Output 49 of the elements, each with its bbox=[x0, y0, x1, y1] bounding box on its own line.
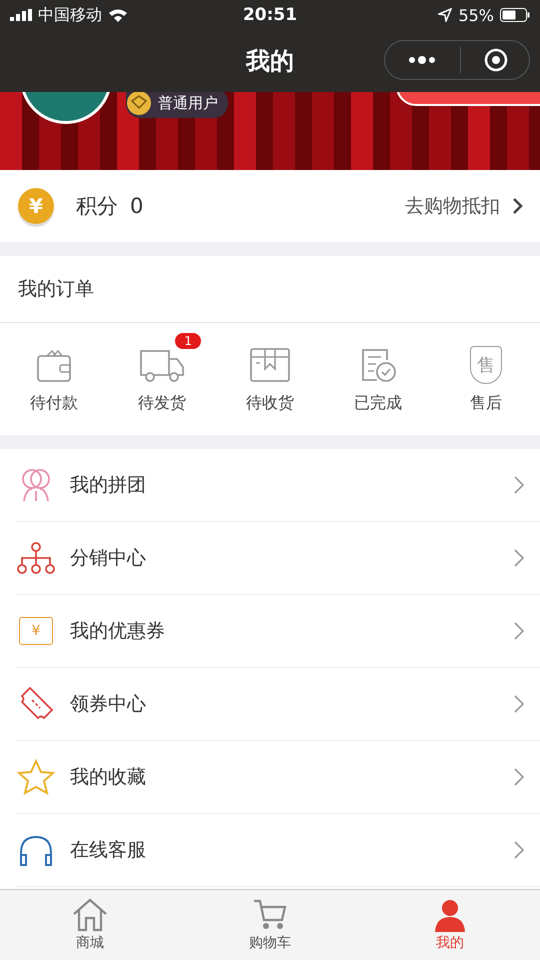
status-time: 20:51 bbox=[242, 5, 298, 25]
signal-icon bbox=[10, 9, 32, 21]
coin-icon: ¥ bbox=[18, 188, 54, 224]
chevron-icon bbox=[514, 841, 524, 859]
redeem-link[interactable]: 去购物抵扣 bbox=[405, 193, 500, 219]
headset-icon bbox=[17, 833, 55, 867]
points-value: 0 bbox=[130, 194, 144, 218]
close-icon[interactable] bbox=[484, 48, 508, 72]
more-icon[interactable] bbox=[406, 55, 436, 65]
home-icon bbox=[72, 898, 108, 932]
cart-icon bbox=[252, 898, 288, 932]
count-badge: 1 bbox=[175, 332, 201, 348]
battery-percent: 55% bbox=[458, 6, 494, 24]
orders-title: 我的订单 bbox=[18, 277, 94, 302]
page-title: 我的 bbox=[246, 46, 294, 77]
order-status-item[interactable]: 已完成 bbox=[324, 323, 432, 435]
order-status-item[interactable]: 1 待发货 bbox=[108, 323, 216, 435]
menu-item[interactable]: 我的收藏 bbox=[16, 741, 540, 814]
location-icon bbox=[438, 8, 452, 22]
chevron-icon bbox=[514, 476, 524, 494]
menu-item[interactable]: 分销中心 bbox=[16, 522, 540, 595]
chevron-icon bbox=[512, 197, 524, 215]
chevron-icon bbox=[514, 622, 524, 640]
capsule-menu[interactable] bbox=[384, 40, 530, 80]
star-icon bbox=[17, 759, 55, 795]
coupon-icon: ¥ bbox=[19, 617, 53, 645]
battery-icon bbox=[500, 8, 530, 22]
user-level: 普通用户 bbox=[158, 94, 218, 112]
shield-icon: 售 bbox=[470, 346, 502, 384]
chevron-icon bbox=[514, 695, 524, 713]
tab-item[interactable]: 我的 bbox=[360, 890, 540, 960]
menu-item[interactable]: 我的拼团 bbox=[16, 449, 540, 522]
order-status-item[interactable]: 待付款 bbox=[0, 323, 108, 435]
tab-item[interactable]: 商城 bbox=[0, 890, 180, 960]
order-status-item[interactable]: 售 售后 bbox=[432, 323, 540, 435]
chevron-icon bbox=[514, 768, 524, 786]
wifi-icon bbox=[108, 8, 128, 22]
carrier-name: 中国移动 bbox=[38, 4, 102, 26]
menu-item[interactable]: 在线客服 bbox=[16, 814, 540, 887]
menu-item[interactable]: ¥ 我的优惠券 bbox=[16, 595, 540, 668]
order-status-item[interactable]: 待收货 bbox=[216, 323, 324, 435]
box-icon bbox=[249, 346, 291, 382]
points-label: 积分 bbox=[76, 193, 118, 220]
tab-item[interactable]: 购物车 bbox=[180, 890, 360, 960]
network-icon bbox=[17, 541, 55, 575]
level-icon bbox=[126, 92, 152, 116]
chevron-icon bbox=[514, 549, 524, 567]
menu-item[interactable]: 领券中心 bbox=[16, 668, 540, 741]
person-icon bbox=[432, 898, 468, 932]
